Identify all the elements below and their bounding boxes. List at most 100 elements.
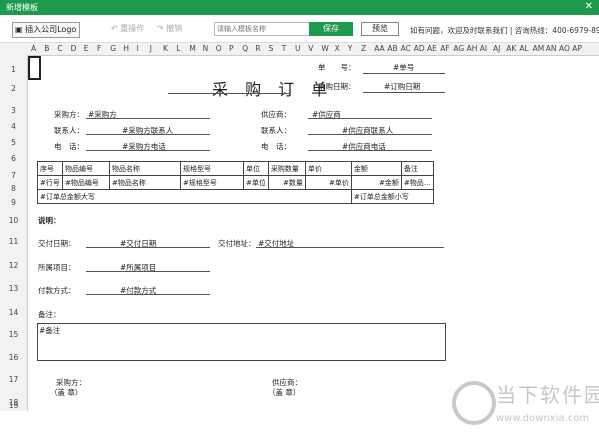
row-header-16[interactable]: 16 [0,353,27,362]
column-header-o[interactable]: O [216,44,222,53]
header-cell[interactable]: 物品编号 [62,161,110,176]
row-header-17[interactable]: 17 [0,375,27,384]
delivery-address-label[interactable]: 交付地址： [218,238,256,249]
column-header-y[interactable]: Y [348,44,353,53]
header-cell[interactable]: 单价 [304,161,352,176]
row-header-2[interactable]: 2 [0,84,27,93]
row-header-12[interactable]: 12 [0,261,27,270]
column-header-v[interactable]: V [308,44,313,53]
column-header-a[interactable]: A [31,44,36,53]
row-header-15[interactable]: 15 [0,330,27,339]
column-header-ah[interactable]: AH [467,44,478,53]
header-cell[interactable]: 物品名称 [109,161,181,176]
total-lower-cell[interactable]: #订单总金额小写 [350,189,434,204]
column-header-am[interactable]: AM [533,44,545,53]
undo-button[interactable]: ↶ 重操作 [111,22,144,36]
column-header-x[interactable]: X [335,44,340,53]
preview-button[interactable]: 预览 [361,22,399,36]
buyer-stamp-label[interactable]: （盖 章） [50,387,82,398]
total-upper-cell[interactable]: #订单总金额大写 [37,189,352,204]
column-header-q[interactable]: Q [242,44,248,53]
payment-label[interactable]: 付款方式： [38,285,76,296]
insert-logo-button[interactable]: ▣ 插入公司Logo [12,22,80,38]
remark-label[interactable]: 备注： [38,309,61,320]
row-header-9[interactable]: 9 [0,198,27,207]
header-cell[interactable]: 采购数量 [267,161,306,176]
table-cell[interactable]: #数量 [267,175,306,190]
row-header-7[interactable]: 7 [0,171,27,180]
notes-label[interactable]: 说明： [38,215,61,226]
column-header-t[interactable]: T [282,44,287,53]
column-header-m[interactable]: M [189,44,195,53]
spreadsheet[interactable]: 采 购 订 单 单 号： #单号 采购日期： #订购日期 采购方： #采购方 供… [28,55,599,425]
row-header-19[interactable]: 19 [0,401,27,410]
table-cell[interactable]: #物品名称 [109,175,181,190]
header-cell[interactable]: 单位 [243,161,269,176]
column-header-k[interactable]: K [163,44,168,53]
header-cell[interactable]: 备注 [400,161,434,176]
column-header-d[interactable]: D [71,44,77,53]
column-header-n[interactable]: N [203,44,209,53]
header-cell[interactable]: 金额 [350,161,402,176]
supplier-phone-label[interactable]: 电 话： [261,141,291,152]
header-cell[interactable]: 序号 [37,161,63,176]
table-cell[interactable]: #单价 [304,175,352,190]
row-header-11[interactable]: 11 [0,237,27,246]
column-header-p[interactable]: P [229,44,234,53]
column-header-ai[interactable]: AI [480,44,487,53]
row-header-6[interactable]: 6 [0,154,27,163]
template-name-input[interactable] [214,22,312,36]
table-cell[interactable]: #物品… [400,175,434,190]
column-header-s[interactable]: S [269,44,274,53]
supplier-stamp-label[interactable]: （盖 章） [268,387,300,398]
column-header-aj[interactable]: AJ [493,44,500,53]
column-header-al[interactable]: AL [519,44,528,53]
buyer-phone-label[interactable]: 电 话： [54,141,84,152]
save-button[interactable]: 保存 [309,22,353,36]
column-header-r[interactable]: R [255,44,260,53]
table-cell[interactable]: #规格型号 [180,175,244,190]
header-cell[interactable]: 规格型号 [180,161,244,176]
column-header-i[interactable]: I [137,44,139,53]
column-header-aa[interactable]: AA [374,44,384,53]
remark-box[interactable]: #备注 [37,323,446,361]
supplier-label[interactable]: 供应商： [261,109,291,120]
redo-button[interactable]: ↷ 撤销 [157,22,182,36]
row-header-8[interactable]: 8 [0,184,27,193]
column-header-ab[interactable]: AB [387,44,397,53]
column-header-g[interactable]: G [110,44,116,53]
column-header-u[interactable]: U [295,44,301,53]
column-header-z[interactable]: Z [361,44,366,53]
column-header-b[interactable]: B [44,44,49,53]
column-header-ac[interactable]: AC [401,44,411,53]
column-header-e[interactable]: E [84,44,89,53]
order-no-label[interactable]: 单 号： [318,62,356,73]
column-header-ak[interactable]: AK [506,44,516,53]
row-header-14[interactable]: 14 [0,308,27,317]
column-header-j[interactable]: J [150,44,152,53]
supplier-contact-label[interactable]: 联系人： [261,125,291,136]
close-icon[interactable]: ✕ [585,1,593,12]
row-header-10[interactable]: 10 [0,216,27,225]
table-cell[interactable]: #金额 [350,175,402,190]
column-header-ag[interactable]: AG [453,44,464,53]
column-header-l[interactable]: L [176,44,180,53]
column-header-ao[interactable]: AO [559,44,570,53]
table-cell[interactable]: #行号 [37,175,63,190]
column-header-f[interactable]: F [97,44,101,53]
column-header-c[interactable]: C [57,44,62,53]
table-cell[interactable]: #单位 [243,175,269,190]
column-header-af[interactable]: AF [440,44,449,53]
column-header-an[interactable]: AN [546,44,557,53]
buyer-label[interactable]: 采购方： [54,109,84,120]
row-header-3[interactable]: 3 [0,106,27,115]
column-header-w[interactable]: W [321,44,328,53]
column-header-ad[interactable]: AD [414,44,425,53]
project-label[interactable]: 所属项目： [38,262,76,273]
column-header-ae[interactable]: AE [427,44,437,53]
document-title[interactable]: 采 购 订 单 [212,76,333,100]
row-header-13[interactable]: 13 [0,284,27,293]
column-header-h[interactable]: H [123,44,129,53]
row-header-5[interactable]: 5 [0,138,27,147]
order-no-value[interactable]: #单号 [393,62,414,73]
